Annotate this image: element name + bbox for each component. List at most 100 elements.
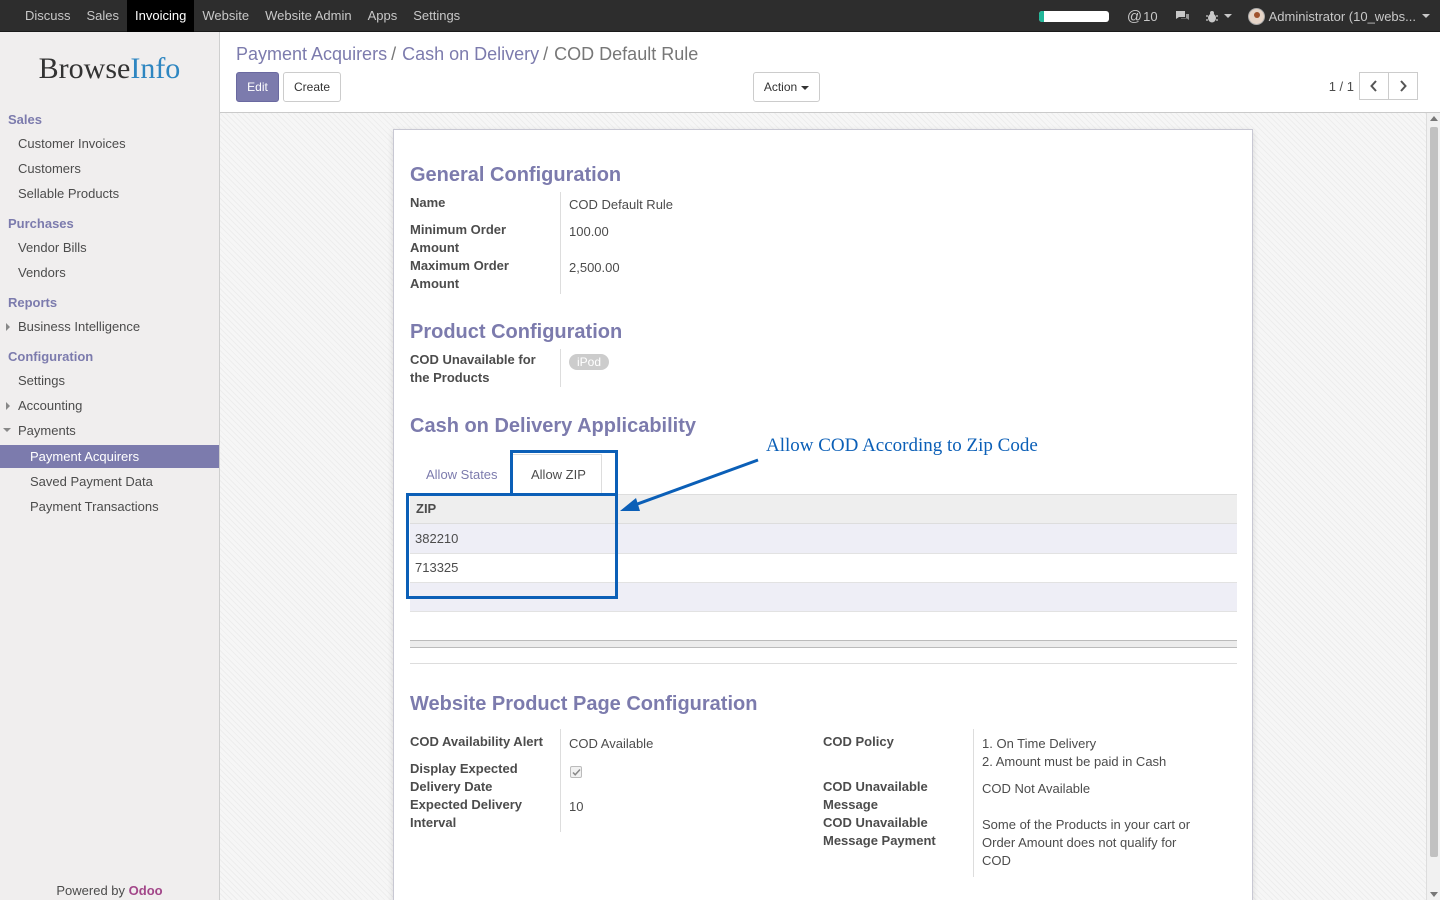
chevron-down-icon — [1223, 14, 1232, 18]
cod-unavailable-payment-value: Some of the Products in your cart or Ord… — [982, 817, 1191, 868]
company-logo[interactable]: BrowseInfo — [0, 52, 219, 86]
onboarding-progress-bar[interactable] — [1038, 10, 1109, 22]
field-divider — [560, 729, 561, 832]
menu-discuss[interactable]: Discuss — [17, 0, 79, 32]
website-config-heading: Website Product Page Configuration — [410, 693, 758, 715]
section-purchases[interactable]: Purchases — [8, 216, 74, 231]
breadcrumb-current: COD Default Rule — [554, 44, 699, 64]
annotation-text: Allow COD According to Zip Code — [766, 435, 1038, 456]
field-divider — [973, 729, 974, 877]
min-order-value: 100.00 — [569, 224, 609, 239]
powered-by-text: Powered by — [56, 883, 126, 898]
chevron-left-icon — [1370, 80, 1377, 92]
general-configuration-heading: General Configuration — [410, 164, 622, 186]
at-icon: @ — [1126, 7, 1143, 25]
tab-allow-states[interactable]: Allow States — [426, 467, 498, 482]
max-order-label: Maximum Order Amount — [410, 258, 509, 291]
row-divider — [410, 611, 1237, 612]
vertical-scrollbar[interactable] — [1426, 113, 1440, 900]
sidebar-item-vendors[interactable]: Vendors — [18, 265, 66, 280]
cod-policy-line-1: 1. On Time Delivery — [982, 736, 1097, 751]
app-menu: Discuss Sales Invoicing Website Website … — [17, 0, 468, 32]
form-view-area: General Configuration Name COD Default R… — [220, 113, 1440, 900]
scroll-up-icon[interactable] — [1430, 116, 1438, 121]
product-tag-ipod[interactable]: iPod — [569, 354, 610, 370]
section-reports[interactable]: Reports — [8, 295, 57, 310]
section-sales[interactable]: Sales — [8, 112, 42, 127]
breadcrumb: Payment Acquirers / Cash on Delivery / C… — [236, 44, 698, 65]
menu-apps[interactable]: Apps — [360, 0, 406, 32]
chevron-down-icon — [1422, 14, 1430, 18]
logo-accent-text: Info — [130, 52, 181, 85]
logo-text: Browse — [38, 52, 131, 85]
delivery-interval-label: Expected Delivery Interval — [410, 797, 523, 830]
annotation-arrow-icon — [620, 458, 759, 511]
form-sheet: General Configuration Name COD Default R… — [393, 129, 1253, 900]
delivery-interval-value: 10 — [569, 799, 584, 814]
cod-unavailable-message-label: COD Unavailable Message — [823, 779, 928, 812]
menu-invoicing[interactable]: Invoicing — [127, 0, 195, 32]
sidebar-item-settings[interactable]: Settings — [18, 373, 65, 388]
display-delivery-date-label: Display Expected Delivery Date — [410, 761, 518, 794]
menu-website-admin[interactable]: Website Admin — [257, 0, 359, 32]
cod-policy-line-2: 2. Amount must be paid in Cash — [982, 754, 1167, 769]
bug-icon — [1205, 10, 1218, 22]
sidebar-item-payment-acquirers[interactable]: Payment Acquirers — [30, 449, 139, 464]
user-menu[interactable]: Administrator (10_webs... — [1247, 7, 1430, 25]
pager-next-button[interactable] — [1388, 72, 1418, 100]
cod-applicability-heading: Cash on Delivery Applicability — [410, 415, 697, 437]
menu-sales[interactable]: Sales — [79, 0, 128, 32]
name-label: Name — [410, 195, 446, 210]
scrollbar-thumb[interactable] — [1430, 127, 1438, 857]
scroll-down-icon[interactable] — [1430, 892, 1438, 897]
sidebar-item-accounting[interactable]: Accounting — [18, 398, 82, 413]
annotation-highlight-zip-list — [406, 493, 618, 599]
cod-unavailable-message-value: COD Not Available — [982, 781, 1091, 796]
display-delivery-date-checkbox[interactable] — [570, 766, 582, 778]
menu-settings[interactable]: Settings — [405, 0, 468, 32]
chevron-right-icon — [1400, 80, 1407, 92]
edit-button[interactable]: Edit — [236, 72, 279, 102]
min-order-label: Minimum Order Amount — [410, 222, 507, 255]
action-dropdown[interactable]: Action — [753, 72, 820, 102]
caret-down-icon — [3, 428, 11, 432]
sidebar-item-payments[interactable]: Payments — [18, 423, 76, 438]
debug-button[interactable] — [1205, 10, 1232, 23]
sidebar-item-saved-payment-data[interactable]: Saved Payment Data — [30, 474, 153, 489]
top-navbar: Discuss Sales Invoicing Website Website … — [0, 0, 1440, 32]
sidebar-item-sellable-products[interactable]: Sellable Products — [18, 186, 119, 201]
odoo-link[interactable]: Odoo — [129, 883, 163, 898]
mentions-button[interactable]: @ 10 — [1127, 8, 1158, 25]
breadcrumb-separator: / — [543, 44, 549, 64]
section-configuration[interactable]: Configuration — [8, 349, 93, 364]
sidebar: BrowseInfo Sales Customer Invoices Custo… — [0, 32, 220, 900]
breadcrumb-cash-on-delivery[interactable]: Cash on Delivery — [402, 44, 539, 65]
user-name: Administrator (10_webs... — [1268, 8, 1416, 24]
sidebar-item-payment-transactions[interactable]: Payment Transactions — [30, 499, 159, 514]
max-order-value: 2,500.00 — [569, 260, 620, 275]
table-footer — [410, 640, 1237, 648]
caret-right-icon — [6, 323, 10, 331]
separator-line — [410, 663, 1237, 664]
control-panel: Payment Acquirers / Cash on Delivery / C… — [220, 32, 1440, 113]
cod-availability-alert-label: COD Availability Alert — [410, 734, 543, 749]
breadcrumb-separator: / — [391, 44, 397, 64]
sidebar-item-business-intelligence[interactable]: Business Intelligence — [18, 319, 140, 334]
progress-fill — [1038, 10, 1044, 22]
powered-by: Powered by Odoo — [0, 883, 219, 898]
sidebar-item-customers[interactable]: Customers — [18, 161, 81, 176]
cod-unavailable-payment-label: COD Unavailable Message Payment — [823, 815, 936, 848]
sidebar-item-vendor-bills[interactable]: Vendor Bills — [18, 240, 87, 255]
cod-availability-alert-value: COD Available — [569, 736, 654, 751]
pager-value[interactable]: 1 / 1 — [1329, 79, 1354, 94]
breadcrumb-payment-acquirers[interactable]: Payment Acquirers — [236, 44, 387, 65]
pager-previous-button[interactable] — [1359, 72, 1389, 100]
create-button[interactable]: Create — [283, 72, 341, 102]
chat-button[interactable] — [1174, 9, 1190, 23]
name-value: COD Default Rule — [569, 197, 674, 212]
field-divider — [560, 192, 561, 294]
menu-website[interactable]: Website — [194, 0, 257, 32]
sidebar-item-customer-invoices[interactable]: Customer Invoices — [18, 136, 126, 151]
checkmark-icon — [572, 768, 581, 776]
cod-unavailable-products-label: COD Unavailable for the Products — [410, 352, 536, 385]
